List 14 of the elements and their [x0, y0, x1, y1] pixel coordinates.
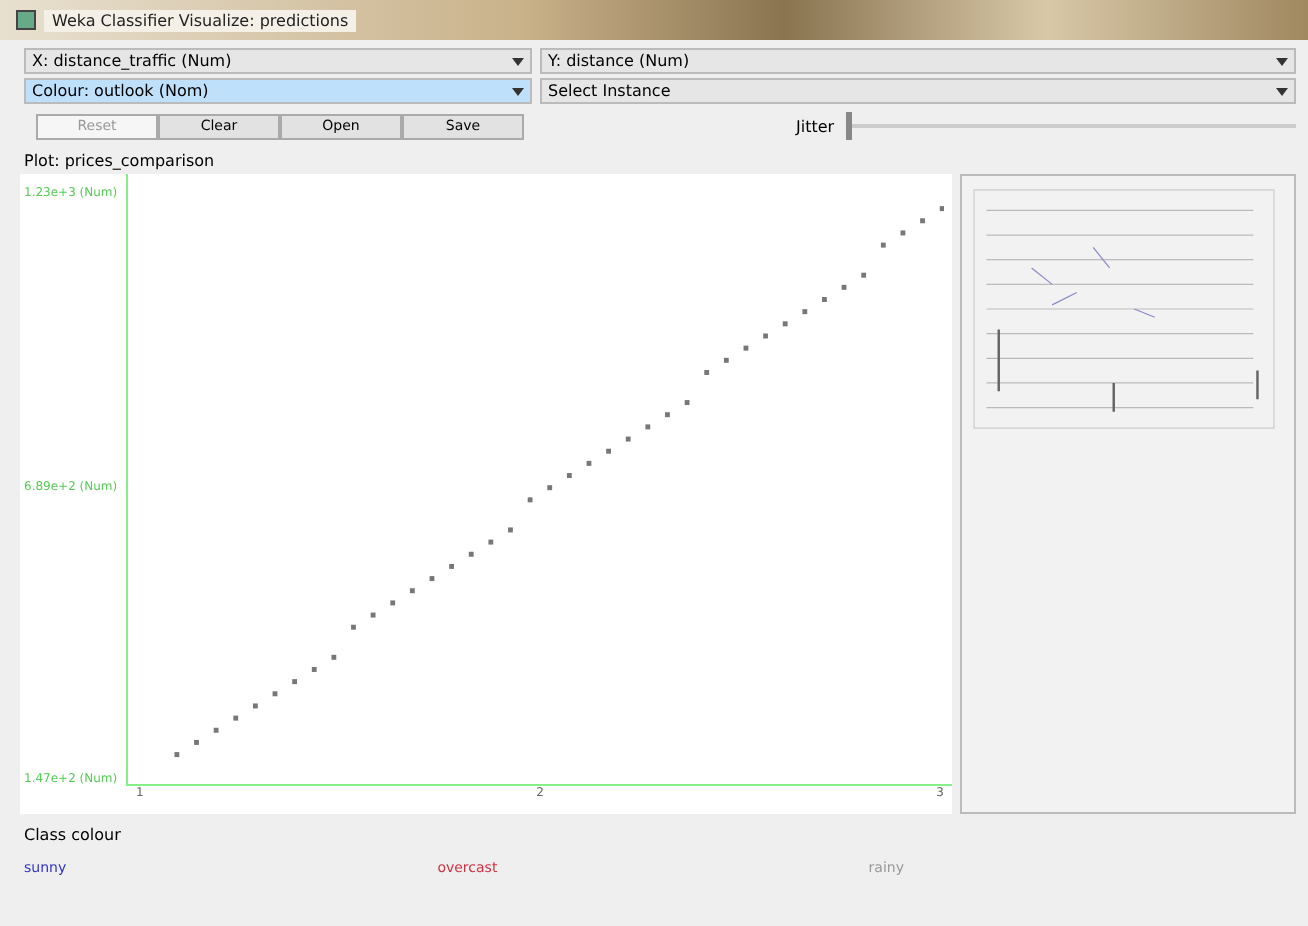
- app-icon: [16, 10, 36, 30]
- jitter-label: Jitter: [796, 117, 835, 135]
- dropdown[interactable]: Colour: outlook (Nom): [24, 78, 532, 104]
- caret-icon: [512, 87, 524, 95]
- window-title: Weka Classifier Visualize: predictions: [44, 9, 357, 31]
- plot-title: Plot: prices_comparison: [22, 150, 217, 174]
- dropdown[interactable]: Select Instance: [540, 78, 1296, 104]
- class-colour-title: Class colour: [24, 826, 123, 844]
- caret-icon: [1276, 57, 1288, 65]
- caret-icon: [1276, 87, 1288, 95]
- dropdown[interactable]: Y: distance (Num): [540, 48, 1296, 74]
- caret-icon: [512, 57, 524, 65]
- slider-thumb[interactable]: [846, 112, 853, 140]
- dropdown[interactable]: X: distance_traffic (Num): [24, 48, 532, 74]
